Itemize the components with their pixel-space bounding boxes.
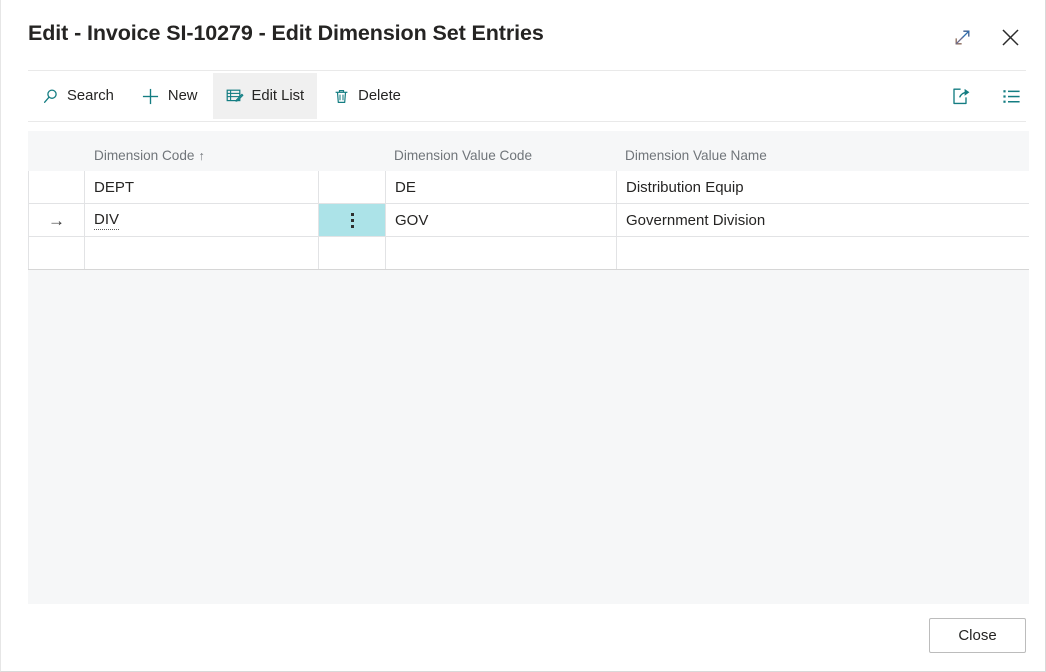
cell-row-actions[interactable] xyxy=(319,171,386,203)
trash-icon xyxy=(332,87,350,105)
search-button[interactable]: Search xyxy=(28,73,127,119)
cell-dimension-value-code[interactable] xyxy=(386,237,617,269)
row-menu-icon[interactable] xyxy=(350,212,354,228)
cell-row-actions[interactable] xyxy=(319,237,386,269)
cell-dimension-value-name-text: Government Division xyxy=(626,211,766,229)
edit-list-button[interactable]: Edit List xyxy=(212,73,318,119)
cell-dimension-code[interactable] xyxy=(85,237,319,269)
cell-dimension-value-code-text: DE xyxy=(395,178,416,196)
content-panel: Dimension Code ↑ Dimension Value Code Dim… xyxy=(28,131,1029,605)
cell-dimension-value-code-text: GOV xyxy=(395,211,429,229)
column-header-dimension-code[interactable]: Dimension Code ↑ xyxy=(94,148,205,163)
search-button-label: Search xyxy=(67,88,114,104)
cell-dimension-code-text: DEPT xyxy=(94,178,135,196)
cell-dimension-value-code[interactable]: GOV xyxy=(386,204,617,236)
search-icon xyxy=(41,87,59,105)
cell-dimension-code[interactable]: DEPT xyxy=(85,171,319,203)
new-button[interactable]: New xyxy=(129,73,211,119)
table-row[interactable] xyxy=(28,237,1029,270)
table-row[interactable]: DEPT DE Distribution Equip xyxy=(28,171,1029,204)
toolbar-divider-bottom xyxy=(28,121,1026,122)
dialog-footer: Close xyxy=(1,604,1045,671)
edit-list-icon xyxy=(226,87,244,105)
row-indicator-arrow: → xyxy=(48,210,65,230)
toolbar: Search New Edit List Delete xyxy=(28,71,1026,121)
row-indicator xyxy=(28,171,85,203)
column-header-dimension-value-code[interactable]: Dimension Value Code xyxy=(394,148,532,163)
toolbar-utility-actions xyxy=(946,71,1026,121)
column-header-dimension-value-code-label: Dimension Value Code xyxy=(394,148,533,163)
delete-button-label: Delete xyxy=(358,88,401,104)
title-bar: Edit - Invoice SI-10279 - Edit Dimension… xyxy=(1,0,1045,68)
window-controls xyxy=(945,20,1027,54)
sort-ascending-icon: ↑ xyxy=(198,149,205,163)
cell-dimension-value-name-text: Distribution Equip xyxy=(626,178,744,196)
close-button[interactable]: Close xyxy=(929,618,1026,653)
edit-list-button-label: Edit List xyxy=(251,88,305,104)
cell-dimension-value-name[interactable]: Distribution Equip xyxy=(617,171,1028,203)
column-header-dimension-value-name[interactable]: Dimension Value Name xyxy=(625,148,767,163)
list-view-icon[interactable] xyxy=(996,81,1026,111)
table-row[interactable]: → DIV GOV Government Division xyxy=(28,204,1029,237)
row-indicator xyxy=(28,237,85,269)
cell-dimension-value-code[interactable]: DE xyxy=(386,171,617,203)
column-header-dimension-value-name-label: Dimension Value Name xyxy=(625,148,767,163)
toolbar-actions: Search New Edit List Delete xyxy=(28,71,416,121)
cell-dimension-code[interactable]: DIV xyxy=(85,204,319,236)
delete-button[interactable]: Delete xyxy=(319,73,414,119)
dialog-window: Edit - Invoice SI-10279 - Edit Dimension… xyxy=(0,0,1046,672)
close-icon[interactable] xyxy=(993,20,1027,54)
cell-dimension-value-name[interactable]: Government Division xyxy=(617,204,1028,236)
cell-row-actions[interactable] xyxy=(319,204,386,236)
row-indicator: → xyxy=(28,204,85,236)
column-header-dimension-code-label: Dimension Code xyxy=(94,148,195,163)
page-title: Edit - Invoice SI-10279 - Edit Dimension… xyxy=(28,21,544,45)
expand-icon[interactable] xyxy=(945,20,979,54)
grid-body: DEPT DE Distribution Equip → DIV GOV Gov… xyxy=(28,171,1029,270)
share-icon[interactable] xyxy=(946,81,976,111)
new-button-label: New xyxy=(167,88,198,104)
plus-icon xyxy=(142,87,160,105)
cell-dimension-value-name[interactable] xyxy=(617,237,1028,269)
grid-header-row: Dimension Code ↑ Dimension Value Code Dim… xyxy=(28,131,1029,171)
cell-dimension-code-text: DIV xyxy=(94,210,120,230)
